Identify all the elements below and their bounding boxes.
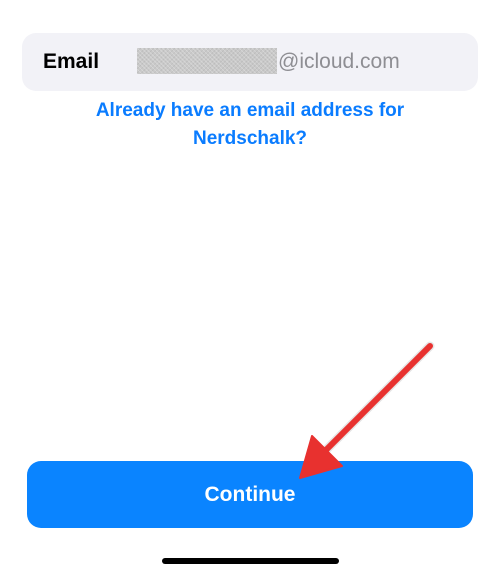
email-field-label: Email: [43, 50, 100, 73]
home-indicator: [162, 558, 339, 564]
email-domain-suffix: @icloud.com: [278, 50, 400, 73]
email-field[interactable]: @icloud.com: [137, 47, 437, 77]
already-have-email-link-line1[interactable]: Already have an email address for: [50, 97, 450, 125]
email-field-row[interactable]: Email @icloud.com: [22, 33, 478, 91]
redacted-email-username[interactable]: [137, 48, 277, 74]
annotation-arrow-line: [319, 343, 433, 457]
already-have-email-link[interactable]: Already have an email address for Nerdsc…: [50, 97, 450, 153]
already-have-email-link-line2[interactable]: Nerdschalk?: [50, 125, 450, 153]
annotation-arrow-shaft: [313, 341, 435, 463]
continue-button[interactable]: Continue: [27, 461, 473, 528]
